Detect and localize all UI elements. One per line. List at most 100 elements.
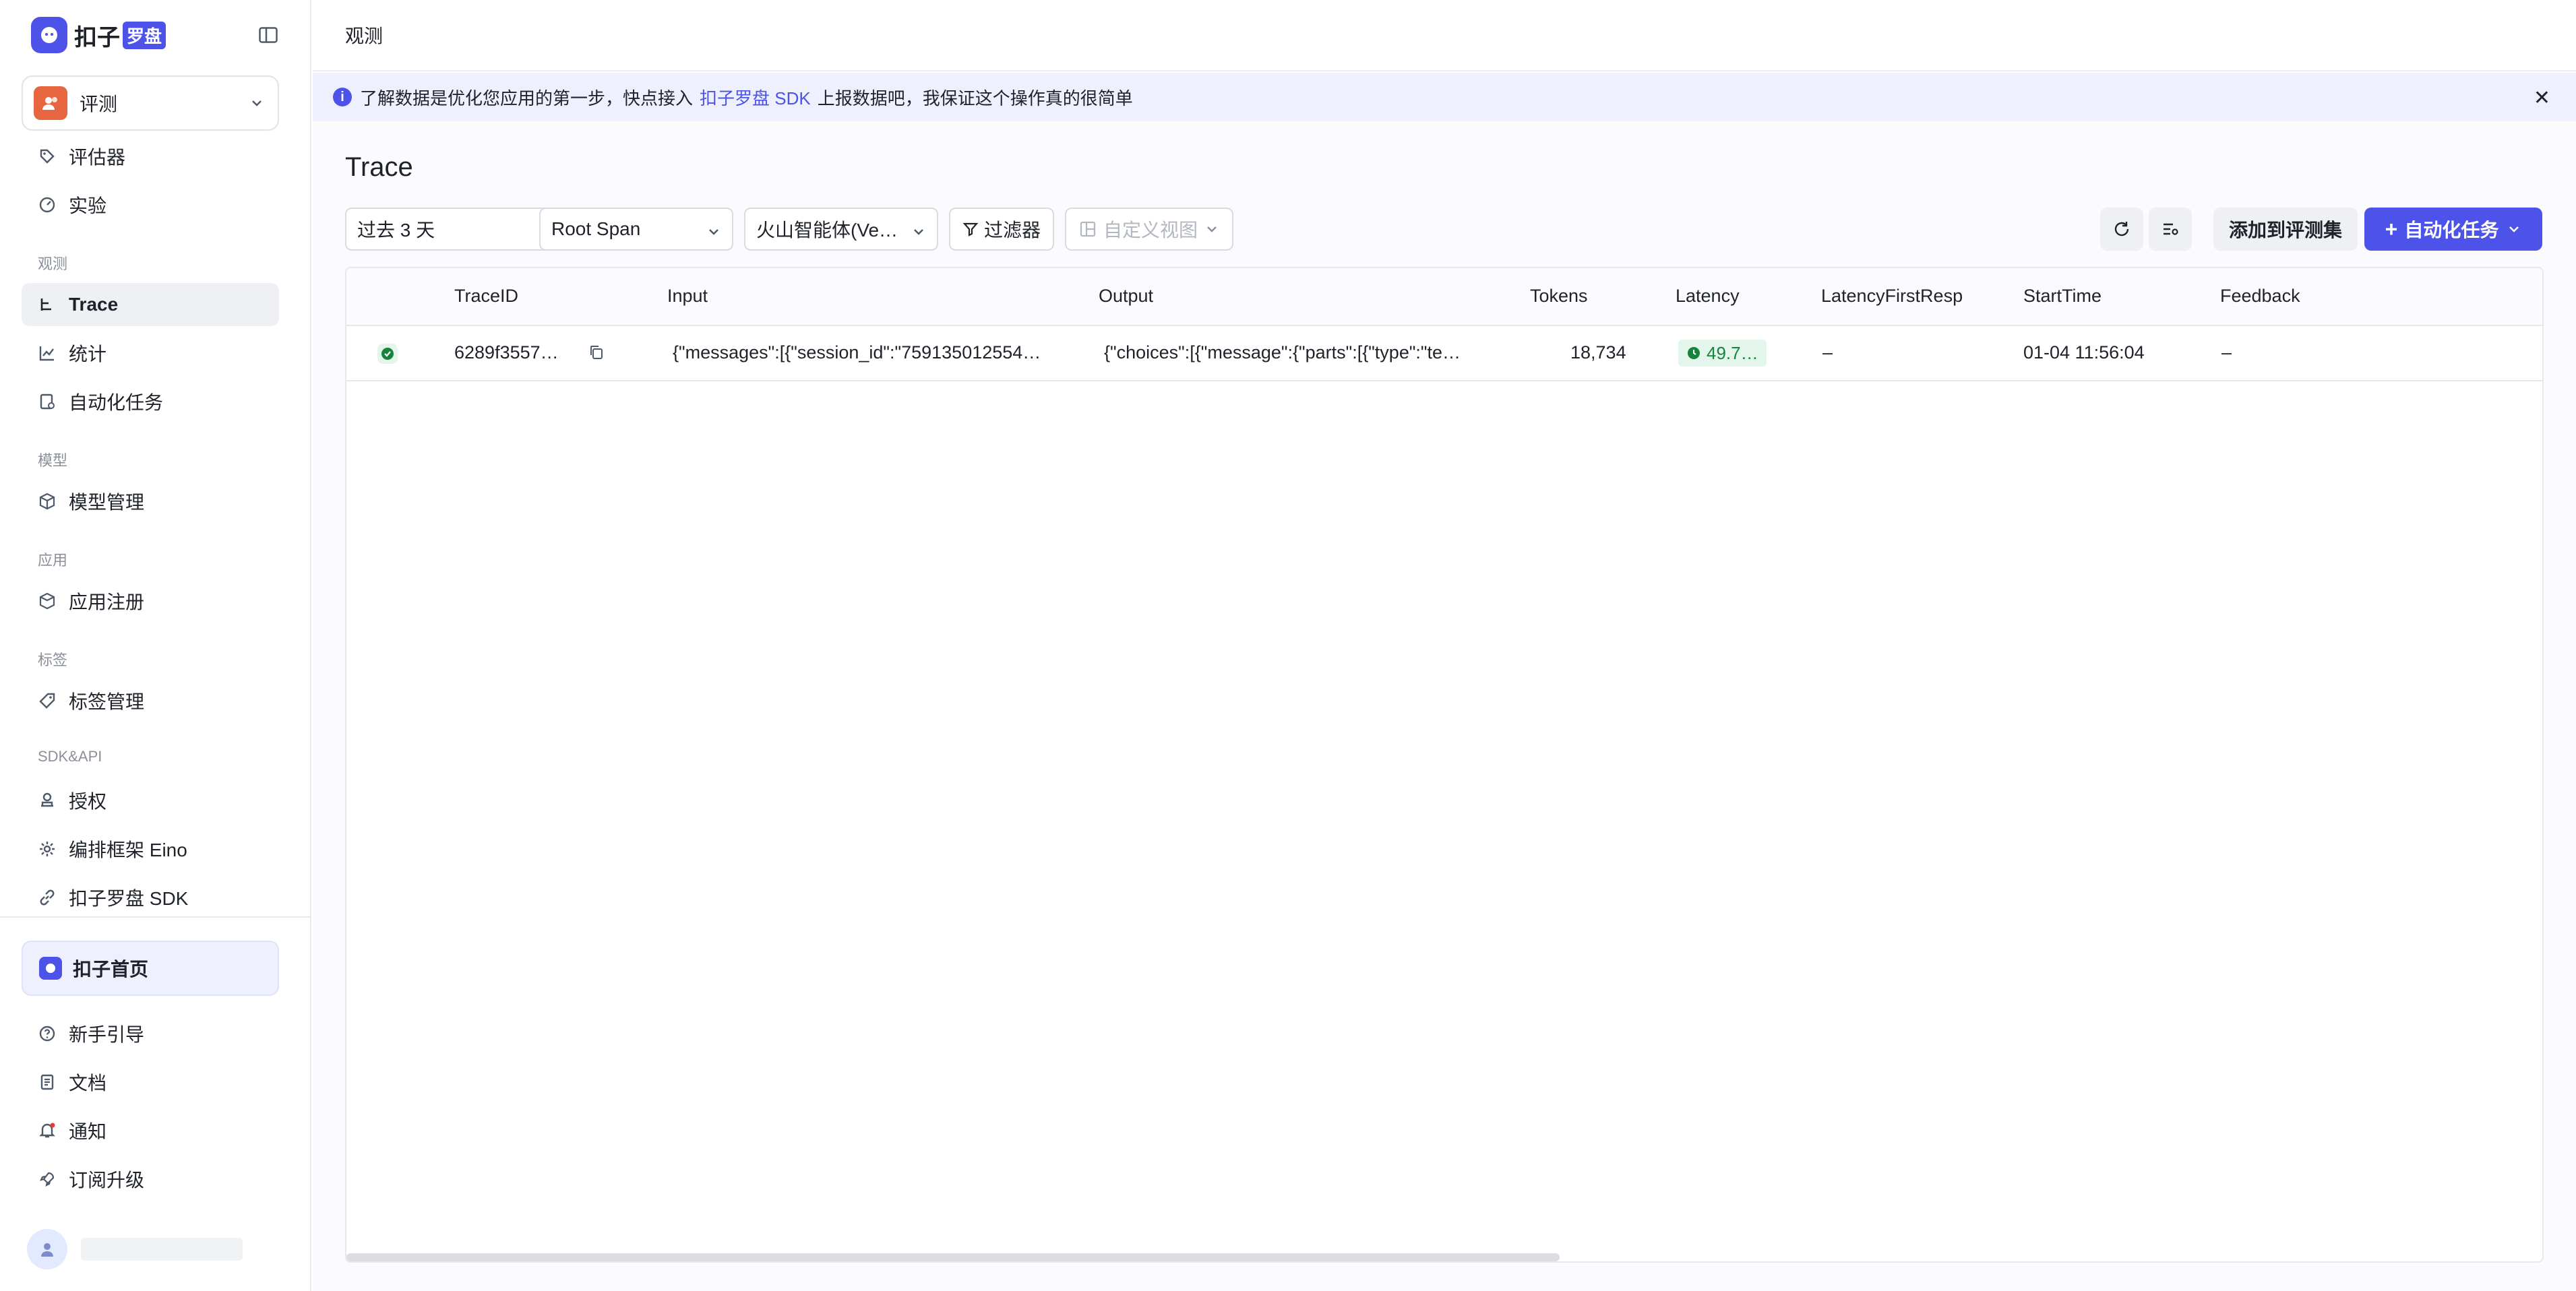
section-tag: 标签: [38, 652, 68, 668]
sidebar-item-notify[interactable]: 通知: [22, 1109, 279, 1152]
box-icon: [38, 592, 57, 610]
home-button[interactable]: 扣子首页: [22, 941, 279, 996]
clock-icon: [1688, 347, 1700, 359]
user-profile[interactable]: [27, 1229, 243, 1269]
column-header-feedback[interactable]: Feedback: [2220, 286, 2300, 307]
sidebar-item-experiment[interactable]: 实验: [22, 183, 279, 226]
close-icon[interactable]: ✕: [2534, 86, 2550, 110]
help-icon: [38, 1024, 57, 1043]
column-header-output[interactable]: Output: [1099, 286, 1153, 307]
span-type-value: Root Span: [551, 218, 641, 239]
section-observe: 观测: [38, 255, 68, 272]
column-header-trace-id[interactable]: TraceID: [454, 286, 518, 307]
latency-badge: 49.7…: [1678, 340, 1767, 367]
sidebar-item-stats[interactable]: 统计: [22, 332, 279, 375]
workspace-avatar-icon: [34, 86, 67, 120]
breadcrumb: 观测: [345, 26, 384, 46]
sidebar-item-guide[interactable]: 新手引导: [22, 1012, 279, 1055]
cube-icon: [38, 492, 57, 511]
custom-view-select[interactable]: 自定义视图: [1065, 208, 1233, 251]
plus-icon: +: [2385, 217, 2398, 241]
gear-icon: [38, 840, 57, 858]
page-title: Trace: [345, 152, 413, 182]
chevron-down-icon: [1204, 222, 1219, 237]
column-settings-button[interactable]: [2149, 208, 2192, 251]
auto-task-button[interactable]: + 自动化任务: [2364, 208, 2542, 251]
task-icon: [38, 392, 57, 411]
sidebar-item-label: 订阅升级: [69, 1170, 145, 1191]
filter-icon: [962, 221, 979, 237]
filter-button[interactable]: 过滤器: [949, 208, 1054, 251]
sidebar-item-app-register[interactable]: 应用注册: [22, 579, 279, 623]
banner-text-before: 了解数据是优化您应用的第一步，快点接入: [360, 88, 694, 108]
brand-name: 扣子: [74, 24, 120, 51]
span-type-select[interactable]: Root Span: [539, 208, 733, 251]
chevron-down-icon: [706, 222, 721, 244]
banner-sdk-link[interactable]: 扣子罗盘 SDK: [700, 85, 811, 110]
sidebar-item-label: 文档: [69, 1073, 107, 1094]
trace-icon: [38, 295, 57, 314]
section-model: 模型: [38, 452, 68, 469]
output-cell[interactable]: {"choices":[{"message":{"parts":[{"type"…: [1104, 342, 1495, 363]
refresh-button[interactable]: [2100, 208, 2143, 251]
column-header-latency[interactable]: Latency: [1676, 286, 1740, 307]
table-header: TraceID Input Output Tokens Latency Late…: [346, 268, 2542, 326]
layout-icon: [1079, 220, 1097, 238]
label-icon: [38, 691, 57, 710]
rocket-icon: [38, 1170, 57, 1189]
sidebar-item-auth[interactable]: 授权: [22, 779, 279, 822]
sidebar-item-auto-task[interactable]: 自动化任务: [22, 380, 279, 423]
info-icon: i: [333, 88, 352, 106]
platform-select[interactable]: 火山智能体(Ve…: [744, 208, 938, 251]
section-sdk: SDK&API: [38, 748, 102, 765]
sidebar-item-sdk[interactable]: 扣子罗盘 SDK: [22, 876, 279, 919]
sidebar-item-evaluator[interactable]: 评估器: [22, 135, 279, 178]
sidebar-item-label: 统计: [69, 344, 107, 365]
sidebar-item-label: 授权: [69, 791, 107, 812]
table-row[interactable]: 6289f3557… {"messages":[{"session_id":"7…: [346, 326, 2542, 381]
bell-icon: [38, 1121, 57, 1140]
home-button-label: 扣子首页: [73, 959, 149, 980]
trace-id-cell[interactable]: 6289f3557…: [454, 342, 569, 363]
sidebar-item-model-manage[interactable]: 模型管理: [22, 480, 279, 523]
sidebar-item-label: 评估器: [69, 147, 126, 168]
chevron-down-icon: [249, 96, 264, 114]
start-time-cell: 01-04 11:56:04: [2023, 342, 2145, 363]
horizontal-scrollbar[interactable]: [346, 1253, 1560, 1261]
time-range-value: 过去 3 天: [357, 220, 435, 241]
sidebar-item-docs[interactable]: 文档: [22, 1061, 279, 1104]
filter-button-label: 过滤器: [983, 220, 1041, 241]
column-header-latency-first-resp[interactable]: LatencyFirstResp: [1821, 286, 1963, 307]
sidebar-item-upgrade[interactable]: 订阅升级: [22, 1158, 279, 1201]
auto-task-label: 自动化任务: [2404, 220, 2499, 241]
column-header-tokens[interactable]: Tokens: [1530, 286, 1588, 307]
sidebar-item-eino[interactable]: 编排框架 Eino: [22, 827, 279, 871]
platform-value: 火山智能体(Ve…: [756, 220, 898, 241]
chevron-down-icon: [2507, 222, 2521, 237]
info-banner: i 了解数据是优化您应用的第一步，快点接入 扣子罗盘 SDK 上报数据吧，我保证…: [313, 73, 2576, 121]
sidebar-item-label: 编排框架 Eino: [69, 840, 187, 860]
logo-icon: [31, 17, 67, 53]
trace-table: TraceID Input Output Tokens Latency Late…: [345, 267, 2544, 1263]
workspace-selector[interactable]: 评测: [22, 75, 279, 131]
sidebar-item-label: 新手引导: [69, 1024, 145, 1045]
main-content: 观测 i 了解数据是优化您应用的第一步，快点接入 扣子罗盘 SDK 上报数据吧，…: [313, 0, 2576, 1291]
sidebar-item-label: 自动化任务: [69, 392, 164, 413]
add-to-eval-set-button[interactable]: 添加到评测集: [2213, 208, 2358, 251]
top-bar: 观测: [313, 0, 2576, 71]
sidebar-item-trace[interactable]: Trace: [22, 283, 279, 326]
success-status-icon: [377, 344, 398, 364]
input-cell[interactable]: {"messages":[{"session_id":"759135012554…: [673, 342, 1064, 363]
column-header-input[interactable]: Input: [667, 286, 708, 307]
column-header-start-time[interactable]: StartTime: [2023, 286, 2102, 307]
sidebar-item-tag-manage[interactable]: 标签管理: [22, 679, 279, 722]
sidebar-collapse-icon[interactable]: [256, 23, 280, 47]
sidebar-item-label: 实验: [69, 195, 107, 216]
sidebar-item-label: 扣子罗盘 SDK: [69, 888, 189, 909]
copy-icon[interactable]: [588, 344, 605, 361]
chart-icon: [38, 344, 57, 363]
banner-text-after: 上报数据吧，我保证这个操作真的很简单: [817, 88, 1133, 108]
logo[interactable]: 扣子 罗盘: [31, 16, 166, 54]
chevron-down-icon: [911, 222, 926, 244]
link-icon: [38, 888, 57, 907]
